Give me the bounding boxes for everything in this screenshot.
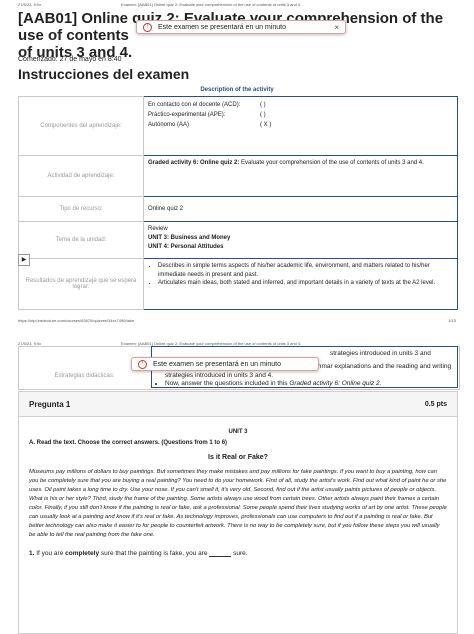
question-1: 1. If you are completely sure that the p… [29,550,457,557]
topic-cell: Review UNIT 3: Business and Money UNIT 4… [143,221,458,259]
list-item: Describes in simple terms aspects of his… [158,262,453,279]
topic-line: Review [148,226,168,232]
reading-text: Museums pay millions of dollars to buy p… [29,469,447,538]
info-icon: ! [143,22,152,32]
question-text: sure. [231,550,248,557]
strategy-italic: Graded activity 6: Online quiz 2. [289,380,382,387]
component-mark: ( X ) [260,122,272,128]
exam-toast: ! Este examen se presentará en un minuto… [136,20,346,34]
component-aa: Autónomo (AA) ( X ) [148,120,453,130]
list-item: Now, answer the questions included in th… [165,380,455,389]
footer-page: 1/13 [448,318,456,323]
topic-line: UNIT 3: Business and Money [148,235,231,241]
activity-table: Componentes del aprendizaje: En contacto… [18,96,458,310]
unit-label: UNIT 3 [228,429,248,435]
strategies-fragment: strategies introduced in units 3 and [330,350,431,357]
outcomes-row: Resultados de aprendizaje que se espera … [18,258,458,310]
reading-title: Is it Real or Fake? [208,454,268,461]
strategies-label: Estrategias didácticas: [54,373,115,379]
question-title: Pregunta 1 [29,399,71,409]
toast-text: Este examen se presentará en un minuto [153,360,282,368]
exam-toast-2: ! Este examen se presentará en un minuto [131,357,319,371]
component-ape: Práctico-experimental (APE): ( ) [148,110,453,120]
outcomes-label: Resultados de aprendizaje que se espera … [18,258,144,310]
activity-row: Actividad de aprendizaje: Graded activit… [18,155,458,197]
question-instruction: A. Read the text. Choose the correct ans… [29,440,228,446]
outcomes-cell: Describes in simple terms aspects of his… [143,258,458,310]
started-at: Comenzado: 27 de mayo en 8:40 [18,56,122,63]
info-icon: ! [138,359,147,369]
component-mark: ( ) [260,112,266,118]
component-name: Autónomo (AA) [148,122,190,128]
instructions-heading: Instrucciones del examen [18,66,190,82]
activity-text: Evaluate your comprehension of the use o… [239,160,424,166]
components-label: Componentes del aprendizaje: [18,96,144,156]
page-footer: https://utpl.instructure.com/courses/636… [18,318,456,323]
play-icon[interactable]: ▶ [18,254,30,266]
question-emphasis: completely [65,550,100,557]
question-text: If you are [34,550,66,557]
component-name: En contacto con el docente (ACD): [148,102,241,108]
question-header: Pregunta 1 0.5 pts [19,392,457,417]
component-acd: En contacto con el docente (ACD): ( ) [148,100,453,110]
print-title: Examen: [AAB01] Online quiz 2: Evaluate … [121,2,302,7]
footer-url: https://utpl.instructure.com/courses/636… [18,318,135,323]
toast-text: Este examen se presentará en un minuto [158,23,287,31]
resource-row: Tipo de recurso: Online quiz 2 [18,196,458,222]
answer-blank[interactable] [209,556,232,557]
strategy-text: Now, answer the questions included in th… [165,380,288,387]
close-icon[interactable]: × [334,23,339,32]
print-header: 27/5/23, 9:0x Examen: [AAB01] Online qui… [18,2,456,7]
resource-cell: Online quiz 2 [143,196,458,222]
question-points: 0.5 pts [424,400,447,408]
resource-label: Tipo de recurso: [18,196,144,222]
description-title: Description of the activity [200,87,274,93]
print-date: 27/5/23, 9:0x [18,2,42,7]
component-name: Práctico-experimental (APE): [148,112,226,118]
question-text: sure that the painting is fake, you are [99,550,210,557]
outcomes-list: Describes in simple terms aspects of his… [148,262,453,288]
components-cell: En contacto con el docente (ACD): ( ) Prá… [143,96,458,156]
topic-row: Tema de la unidad: Review UNIT 3: Busine… [18,221,458,259]
component-mark: ( ) [260,102,266,108]
question-card: Pregunta 1 0.5 pts UNIT 3 A. Read the te… [18,391,458,634]
activity-cell: Graded activity 6: Online quiz 2: Evalua… [143,155,458,197]
page-title: [AAB01] Online quiz 2: Evaluate your com… [18,10,458,61]
topic-line: UNIT 4: Personal Attitudes [148,244,224,250]
activity-bold: Graded activity 6: Online quiz 2: [148,160,240,166]
activity-label: Actividad de aprendizaje: [18,155,144,197]
topic-label: Tema de la unidad: [18,221,144,259]
components-row: Componentes del aprendizaje: En contacto… [18,96,458,156]
list-item: Articulates main ideas, both stated and … [158,279,453,288]
